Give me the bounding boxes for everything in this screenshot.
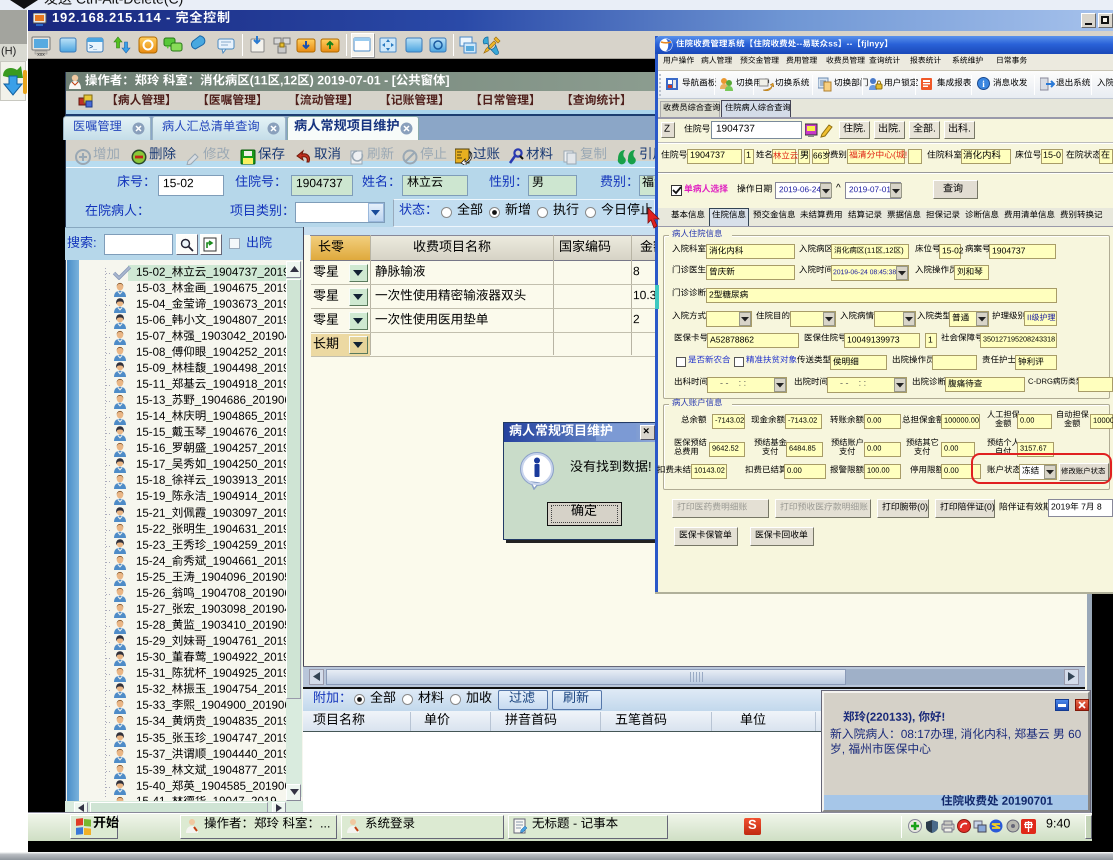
svg-text:xxx: xxx xyxy=(37,52,45,57)
svg-text:>_: >_ xyxy=(89,44,97,51)
